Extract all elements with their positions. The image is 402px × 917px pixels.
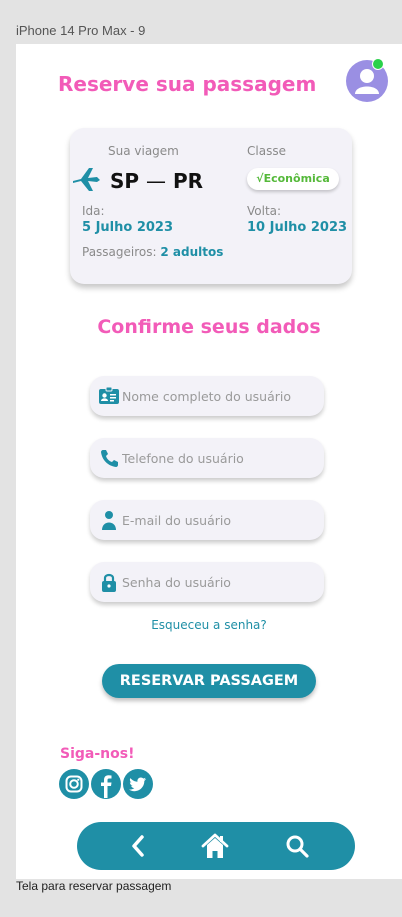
class-label: Classe <box>247 144 286 158</box>
name-field <box>90 376 324 416</box>
lock-icon <box>102 573 116 592</box>
password-input[interactable] <box>122 562 318 602</box>
passengers-label: Passageiros: <box>82 245 157 259</box>
trip-summary-card: Sua viagem Classe SP — PR √Econômica Ida… <box>70 128 352 284</box>
phone-input[interactable] <box>122 438 318 478</box>
route-separator: — <box>146 169 167 193</box>
phone-field <box>90 438 324 478</box>
phone-screen: Reserve sua passagem Sua viagem Classe S… <box>16 44 402 879</box>
instagram-icon[interactable] <box>59 769 89 799</box>
follow-us-label: Siga-nos! <box>60 746 135 762</box>
trip-route: SP — PR <box>110 169 203 193</box>
class-badge[interactable]: √Econômica <box>247 168 339 190</box>
person-icon <box>102 511 116 530</box>
email-field <box>90 500 324 540</box>
search-icon[interactable] <box>283 832 311 860</box>
forgot-password-link[interactable]: Esqueceu a senha? <box>16 618 402 632</box>
frame-label: iPhone 14 Pro Max - 9 <box>16 23 146 38</box>
email-input[interactable] <box>122 500 318 540</box>
route-origin: SP <box>110 169 140 193</box>
back-chevron-icon[interactable] <box>125 832 153 860</box>
form-title: Confirme seus dados <box>97 316 321 338</box>
bottom-navigation-bar <box>77 822 355 870</box>
trip-label: Sua viagem <box>108 144 179 158</box>
return-label: Volta: <box>247 204 282 218</box>
passengers-info: Passageiros: 2 adultos <box>82 245 223 259</box>
full-name-input[interactable] <box>122 376 318 416</box>
return-date: 10 Julho 2023 <box>247 220 348 235</box>
home-icon[interactable] <box>201 832 229 860</box>
passengers-value: 2 adultos <box>160 245 224 259</box>
facebook-icon[interactable] <box>91 769 121 799</box>
route-destination: PR <box>173 169 204 193</box>
airplane-icon <box>73 168 100 191</box>
twitter-icon[interactable] <box>123 769 153 799</box>
password-field <box>90 562 324 602</box>
reserve-ticket-button[interactable]: RESERVAR PASSAGEM <box>102 664 316 698</box>
page-title: Reserve sua passagem <box>58 72 317 96</box>
outbound-label: Ida: <box>82 204 105 218</box>
outbound-date: 5 Julho 2023 <box>82 220 174 235</box>
id-card-icon <box>99 386 119 404</box>
screen-caption: Tela para reservar passagem <box>16 879 172 893</box>
online-status-dot <box>372 58 384 70</box>
phone-icon <box>101 450 118 467</box>
